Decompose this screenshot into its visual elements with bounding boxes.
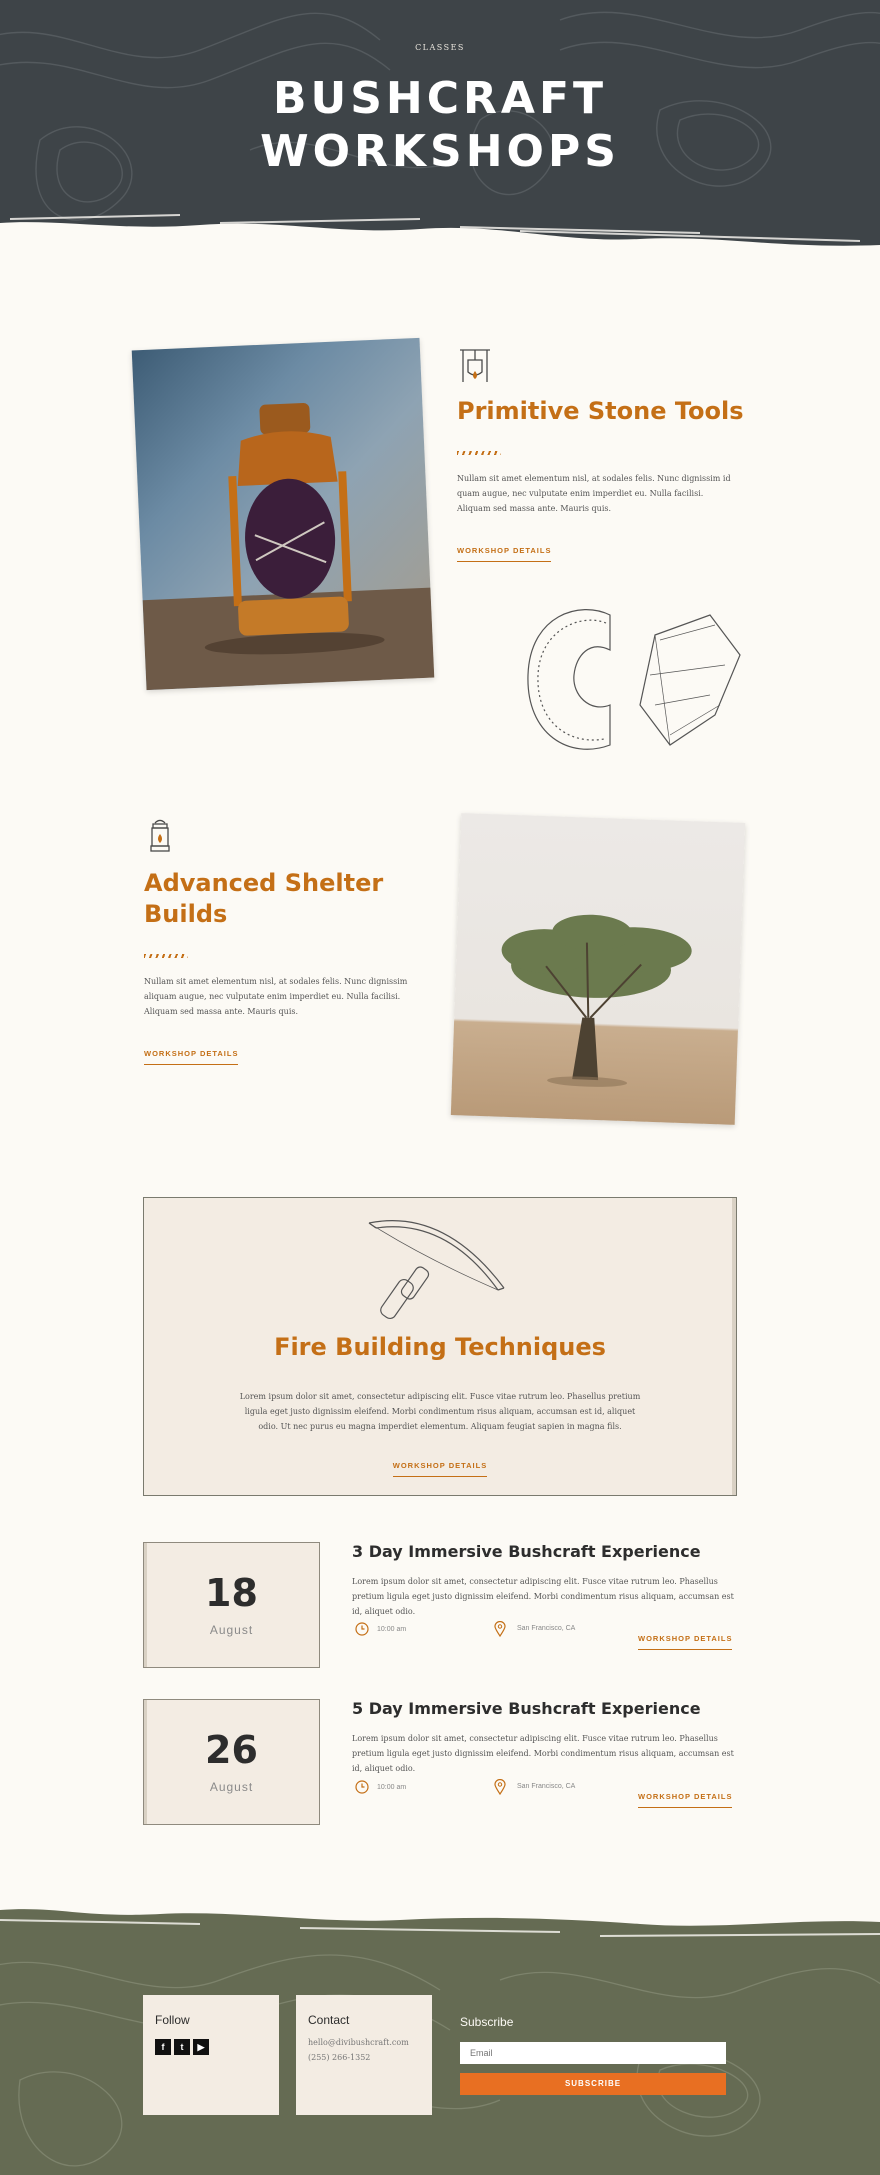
location-pin-icon [494, 1620, 506, 1642]
event-date-box: 26 August [143, 1699, 320, 1825]
follow-title: Follow [155, 2013, 190, 2027]
dash-divider [144, 954, 188, 958]
event-details-link[interactable]: WORKSHOP DETAILS [638, 1634, 733, 1650]
lantern-illustration [142, 403, 435, 691]
follow-card: Follow f t ▶ [143, 1995, 279, 2115]
event-time: 10:00 am [377, 1784, 407, 1791]
event-location: San Francisco, CA [517, 1783, 576, 1790]
event-title: 5 Day Immersive Bushcraft Experience [352, 1699, 701, 1718]
workshop-title-line-2: Builds [144, 900, 228, 928]
contact-title: Contact [308, 2013, 350, 2027]
fire-building-card: Fire Building Techniques Lorem ipsum dol… [143, 1197, 737, 1496]
workshop-description: Nullam sit amet elementum nisl, at sodal… [457, 474, 731, 513]
event-day: 18 [205, 1571, 258, 1615]
event-month: August [209, 1780, 254, 1794]
facebook-icon[interactable]: f [155, 2039, 171, 2055]
clock-icon [355, 1780, 369, 1799]
contact-card: Contact hello@divibushcraft.com (255) 26… [296, 1995, 432, 2115]
event-location: San Francisco, CA [517, 1625, 576, 1632]
workshop-title: Primitive Stone Tools [457, 397, 744, 425]
event-day: 26 [205, 1728, 258, 1772]
brush-divider-top [0, 214, 880, 300]
workshop-details-link[interactable]: WORKSHOP DETAILS [392, 1461, 488, 1477]
page-title: BUSHCRAFT WORKSHOPS [0, 72, 880, 178]
twitter-icon[interactable]: t [174, 2039, 190, 2055]
social-links: f t ▶ [155, 2037, 212, 2055]
stove-pot-icon [457, 346, 493, 389]
event-description: Lorem ipsum dolor sit amet, consectetur … [352, 1734, 734, 1773]
workshop-title: Advanced Shelter Builds [144, 868, 444, 930]
footer: Follow f t ▶ Contact hello@divibushcraft.c… [0, 1880, 880, 2175]
event-details-link[interactable]: WORKSHOP DETAILS [638, 1792, 733, 1808]
lantern-photo [131, 337, 435, 691]
brush-divider-bottom [0, 1880, 880, 1937]
contact-phone[interactable]: (255) 266-1352 [308, 2050, 370, 2065]
bow-drill-icon [368, 1220, 505, 1320]
section-eyebrow: CLASSES [415, 43, 465, 52]
contact-email[interactable]: hello@divibushcraft.com [308, 2035, 409, 2050]
clock-icon [355, 1622, 369, 1641]
event-description: Lorem ipsum dolor sit amet, consectetur … [352, 1577, 734, 1616]
location-pin-icon [494, 1778, 506, 1800]
subscribe-title: Subscribe [460, 2015, 514, 2029]
subscribe-button[interactable]: SUBSCRIBE [460, 2073, 726, 2095]
dash-divider [457, 451, 501, 455]
workshop-description: Lorem ipsum dolor sit amet, consectetur … [239, 1392, 641, 1431]
workshop-details-link[interactable]: WORKSHOP DETAILS [457, 546, 552, 562]
workshop-description: Nullam sit amet elementum nisl, at sodal… [144, 977, 408, 1016]
title-line-2: WORKSHOPS [260, 126, 620, 177]
stone-tools-sketch [527, 608, 741, 750]
workshop-title: Fire Building Techniques [274, 1333, 606, 1361]
event-date-box: 18 August [143, 1542, 320, 1668]
event-title: 3 Day Immersive Bushcraft Experience [352, 1542, 701, 1561]
workshop-details-link[interactable]: WORKSHOP DETAILS [144, 1049, 239, 1065]
email-input[interactable] [460, 2042, 726, 2064]
tree-illustration [501, 914, 692, 1087]
lantern-icon [146, 818, 174, 859]
event-month: August [209, 1623, 254, 1637]
title-line-1: BUSHCRAFT [272, 73, 608, 124]
tree-photo [450, 813, 746, 1125]
youtube-icon[interactable]: ▶ [193, 2039, 209, 2055]
event-time: 10:00 am [377, 1626, 407, 1633]
workshop-title-line-1: Advanced Shelter [144, 869, 384, 897]
